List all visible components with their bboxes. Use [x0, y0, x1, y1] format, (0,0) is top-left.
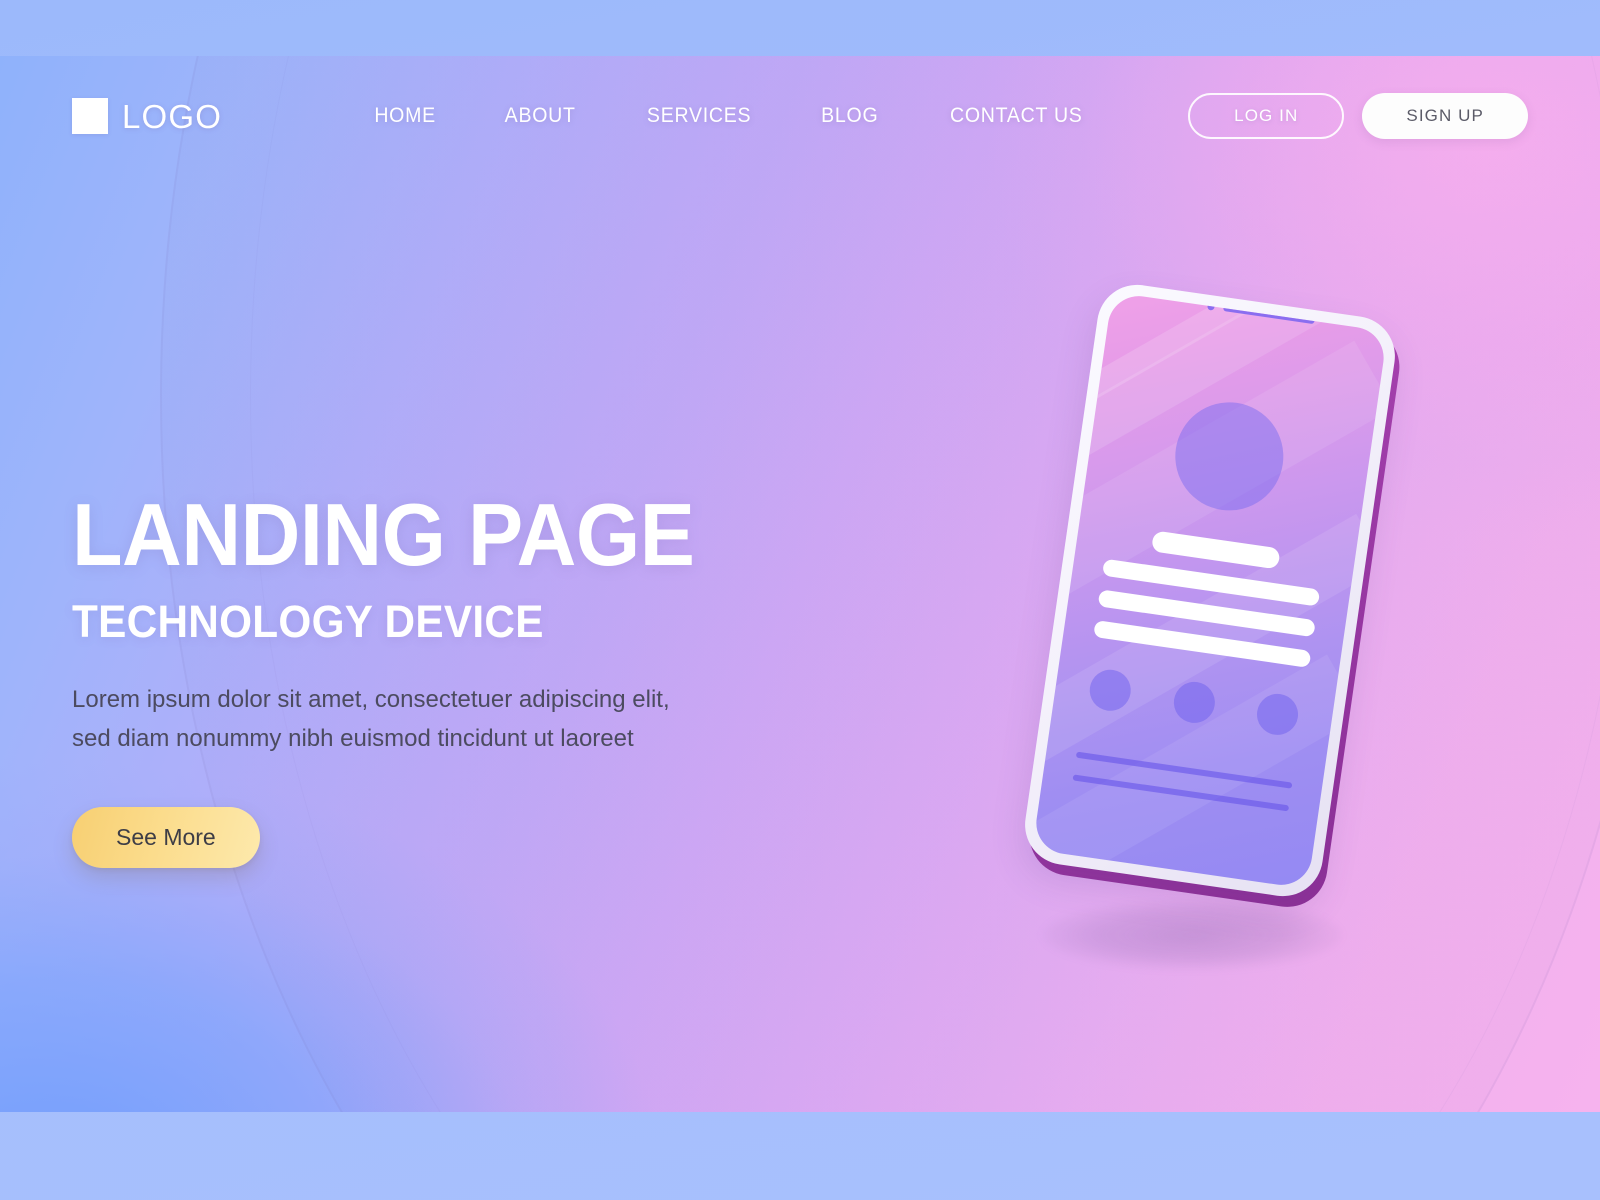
screen-dot-icon	[1170, 679, 1218, 726]
phone-mockup	[1012, 279, 1412, 970]
nav-item-services[interactable]: SERVICES	[617, 104, 781, 128]
screen-dot-icon	[1254, 691, 1301, 738]
landing-page-root: LOGO HOME ABOUT SERVICES BLOG CONTACT US…	[0, 0, 1600, 1200]
screen-title-placeholder	[1151, 530, 1281, 570]
screen-dot-row	[1083, 667, 1305, 739]
sign-up-button[interactable]: SIGN UP	[1362, 93, 1528, 139]
nav-auth-group: LOG IN SIGN UP	[1188, 93, 1528, 139]
see-more-button[interactable]: See More	[72, 806, 260, 868]
log-in-button[interactable]: LOG IN	[1188, 93, 1345, 139]
navbar: LOGO HOME ABOUT SERVICES BLOG CONTACT US…	[0, 56, 1600, 176]
logo[interactable]: LOGO	[72, 98, 222, 134]
hero-copy-block: LANDING PAGE TECHNOLOGY DEVICE Lorem ips…	[72, 490, 812, 868]
phone-device	[1019, 279, 1405, 913]
avatar	[1168, 395, 1291, 518]
phone-drop-shadow	[1042, 900, 1342, 970]
nav-item-home[interactable]: HOME	[345, 104, 466, 128]
logo-text: LOGO	[122, 97, 223, 135]
screen-dot-icon	[1087, 667, 1134, 714]
nav-links: HOME ABOUT SERVICES BLOG CONTACT US	[340, 104, 1119, 128]
nav-item-contact-us[interactable]: CONTACT US	[920, 104, 1112, 128]
phone-frame	[1019, 279, 1401, 902]
hero-body-text: Lorem ipsum dolor sit amet, consectetuer…	[72, 686, 670, 752]
nav-item-about[interactable]: ABOUT	[475, 104, 606, 128]
camera-dot-icon	[1207, 302, 1216, 311]
logo-square-icon	[72, 98, 108, 134]
page-subtitle: TECHNOLOGY DEVICE	[72, 595, 544, 647]
page-title: LANDING PAGE	[72, 485, 695, 584]
nav-item-blog[interactable]: BLOG	[791, 104, 908, 128]
screen-line-group	[1072, 735, 1295, 812]
